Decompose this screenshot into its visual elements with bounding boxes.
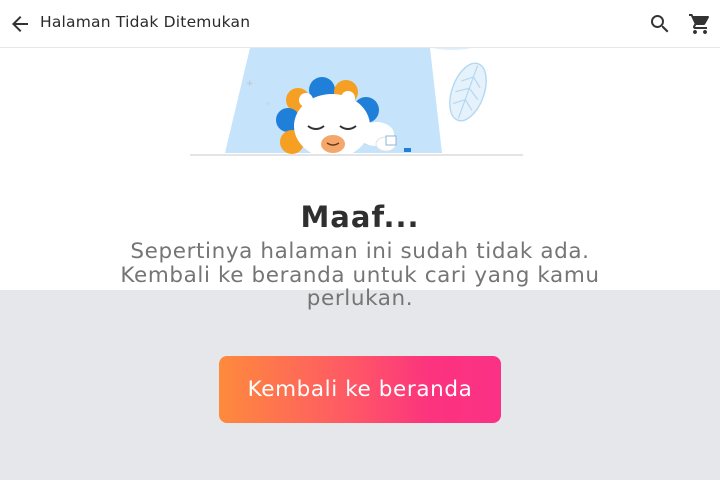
- search-button[interactable]: [646, 10, 674, 38]
- back-button[interactable]: [6, 10, 34, 38]
- page-title: Halaman Tidak Ditemukan: [40, 13, 251, 31]
- sparkle-icon: +: [265, 100, 271, 108]
- search-icon: [651, 15, 669, 33]
- shopping-cart-icon: [689, 14, 710, 34]
- arrow-back-icon: [12, 16, 28, 32]
- error-heading: Maaf...: [300, 200, 420, 234]
- sparkle-icon: +: [246, 79, 254, 89]
- app-header: Halaman Tidak Ditemukan: [0, 0, 720, 48]
- lamp-glow: [432, 48, 472, 50]
- error-message: Sepertinya halaman ini sudah tidak ada. …: [120, 239, 600, 311]
- cart-button[interactable]: [686, 10, 714, 38]
- leaf-icon: [449, 62, 487, 122]
- sleeping-lion-illustration: + +: [190, 48, 523, 158]
- back-to-home-button[interactable]: Kembali ke beranda: [219, 356, 501, 423]
